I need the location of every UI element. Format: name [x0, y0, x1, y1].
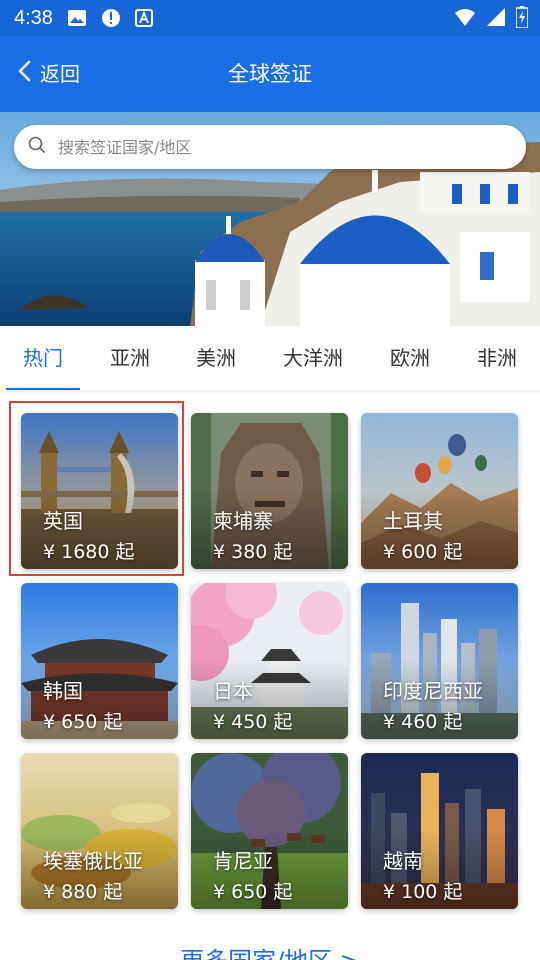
status-bar: 4:38: [0, 0, 540, 36]
country-price: ¥ 380 起: [213, 541, 293, 563]
country-card-uk[interactable]: 英国 ¥ 1680 起: [21, 413, 178, 569]
country-name: 越南: [383, 849, 423, 873]
gallery-icon: [67, 9, 87, 27]
tab-hot[interactable]: 热门: [6, 326, 80, 390]
country-card-vietnam[interactable]: 越南 ¥ 100 起: [361, 753, 518, 909]
country-name: 柬埔寨: [213, 509, 273, 533]
search-bar[interactable]: [14, 125, 526, 169]
country-name: 印度尼西亚: [383, 679, 483, 703]
status-time: 4:38: [14, 6, 53, 29]
country-price: ¥ 880 起: [43, 881, 123, 903]
country-card-korea[interactable]: 韩国 ¥ 650 起: [21, 583, 178, 739]
more-countries-link[interactable]: 更多国家/地区 >: [0, 946, 540, 960]
app-bar: 返回 全球签证: [0, 36, 540, 112]
country-price: ¥ 450 起: [213, 711, 293, 733]
country-price: ¥ 650 起: [43, 711, 123, 733]
country-card-japan[interactable]: 日本 ¥ 450 起: [191, 583, 348, 739]
search-icon: [28, 136, 46, 158]
country-name: 肯尼亚: [213, 849, 273, 873]
battery-icon: [515, 6, 529, 32]
tab-asia[interactable]: 亚洲: [95, 326, 165, 390]
region-tabs: 热门 亚洲 美洲 大洋洲 欧洲 非洲: [0, 326, 540, 390]
country-name: 日本: [213, 679, 253, 703]
alert-icon: [101, 8, 121, 28]
country-card-turkey[interactable]: 土耳其 ¥ 600 起: [361, 413, 518, 569]
country-name: 埃塞俄比亚: [43, 849, 143, 873]
country-card-ethiopia[interactable]: 埃塞俄比亚 ¥ 880 起: [21, 753, 178, 909]
wifi-icon: [454, 7, 476, 31]
country-name: 韩国: [43, 679, 83, 703]
tab-oceania[interactable]: 大洋洲: [268, 326, 358, 390]
country-price: ¥ 100 起: [383, 881, 463, 903]
country-name: 土耳其: [383, 509, 443, 533]
tab-europe[interactable]: 欧洲: [375, 326, 445, 390]
tab-america[interactable]: 美洲: [181, 326, 251, 390]
search-input[interactable]: [56, 136, 500, 158]
country-name: 英国: [43, 509, 83, 533]
country-card-kenya[interactable]: 肯尼亚 ¥ 650 起: [191, 753, 348, 909]
country-price: ¥ 600 起: [383, 541, 463, 563]
signal-icon: [486, 7, 506, 31]
country-price: ¥ 1680 起: [43, 541, 135, 563]
page-title: 全球签证: [228, 62, 312, 86]
country-price: ¥ 460 起: [383, 711, 463, 733]
country-card-cambodia[interactable]: 柬埔寨 ¥ 380 起: [191, 413, 348, 569]
keyboard-icon: [134, 9, 153, 27]
country-price: ¥ 650 起: [213, 881, 293, 903]
tab-africa[interactable]: 非洲: [462, 326, 532, 390]
country-card-indonesia[interactable]: 印度尼西亚 ¥ 460 起: [361, 583, 518, 739]
